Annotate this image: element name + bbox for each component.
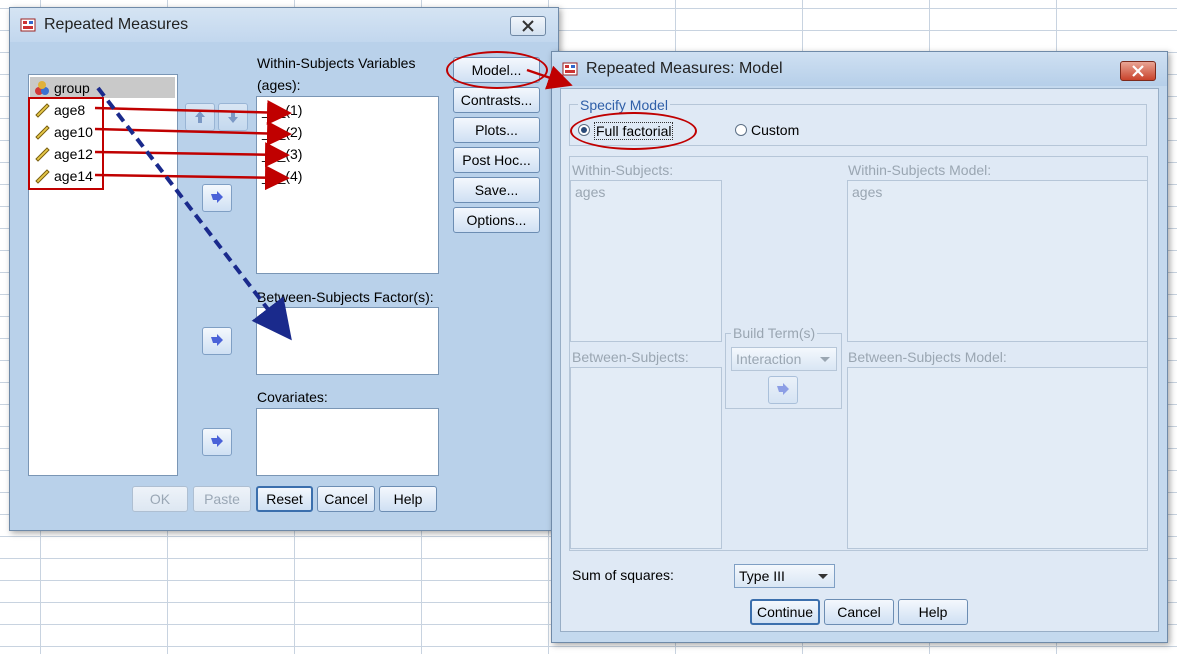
close-icon [522,20,534,32]
build-terms-value: Interaction [736,351,802,367]
between-subjects-label: Between-Subjects Factor(s): [257,289,434,305]
var-label: group [54,80,90,96]
covariates-list[interactable] [256,408,439,476]
contrasts-button[interactable]: Contrasts... [453,87,540,113]
move-covariate-button[interactable] [202,428,232,456]
main-dialog-title: Repeated Measures [44,16,189,33]
covariates-label: Covariates: [257,389,328,405]
between-subjects-model-list[interactable] [847,367,1148,549]
full-factorial-highlight [570,112,697,150]
arrow-right-icon [211,435,223,447]
model-button-highlight [446,51,548,89]
chevron-down-icon [820,357,830,362]
specify-model-label: Specify Model [578,97,670,113]
spss-app-icon [20,18,36,32]
within-subjects-item: ages [575,184,606,200]
cancel-button[interactable]: Cancel [317,486,375,512]
ok-button[interactable]: OK [132,486,188,512]
options-button[interactable]: Options... [453,207,540,233]
chevron-down-icon [818,574,828,579]
within-subjects-source-label: Within-Subjects: [572,162,674,178]
paste-button[interactable]: Paste [193,486,251,512]
move-up-button[interactable] [185,103,215,131]
main-titlebar: Repeated Measures [10,8,558,42]
arrow-right-icon [211,191,223,203]
within-model-item: ages [852,184,883,200]
sum-of-squares-label: Sum of squares: [572,567,674,583]
model-cancel-button[interactable]: Cancel [824,599,894,625]
between-subjects-list[interactable] [256,307,439,375]
model-close-button[interactable] [1120,61,1156,81]
model-titlebar: Repeated Measures: Model [552,52,1167,86]
between-subjects-model-label: Between-Subjects Model: [848,349,1007,365]
build-terms-label: Build Term(s) [731,325,818,341]
post-hoc-button[interactable]: Post Hoc... [453,147,540,173]
within-subjects-factor-label: (ages): [257,77,301,93]
within-slot-1[interactable]: _?_(1) [262,100,302,120]
between-subjects-source-list[interactable] [570,367,722,549]
nominal-icon [35,81,49,95]
arrow-up-icon [195,111,205,123]
move-down-button[interactable] [218,103,248,131]
help-button[interactable]: Help [379,486,437,512]
age-vars-highlight-box [28,97,104,190]
save-button[interactable]: Save... [453,177,540,203]
within-slot-3[interactable]: _?_(3) [262,144,302,164]
reset-button[interactable]: Reset [256,486,313,512]
custom-radio[interactable] [735,124,747,136]
within-subjects-label: Within-Subjects Variables [257,55,416,71]
sum-of-squares-select[interactable]: Type III [734,564,835,588]
arrow-down-icon [228,111,238,123]
arrow-right-icon [777,383,789,395]
plots-button[interactable]: Plots... [453,117,540,143]
close-icon [1132,65,1144,77]
build-term-arrow-button[interactable] [768,376,798,404]
within-slot-2[interactable]: _?_(2) [262,122,302,142]
build-terms-select[interactable]: Interaction [731,347,837,371]
move-within-button[interactable] [202,184,232,212]
continue-button[interactable]: Continue [750,599,820,625]
model-help-button[interactable]: Help [898,599,968,625]
within-subjects-model-label: Within-Subjects Model: [848,162,992,178]
within-subjects-model-list[interactable] [847,180,1148,342]
between-subjects-source-label: Between-Subjects: [572,349,689,365]
within-subjects-source-list[interactable] [570,180,722,342]
custom-label[interactable]: Custom [751,122,799,138]
arrow-right-icon [211,334,223,346]
move-between-button[interactable] [202,327,232,355]
sum-of-squares-value: Type III [739,568,785,584]
spss-app-icon [562,62,578,76]
var-group[interactable]: group [34,78,90,98]
within-slot-4[interactable]: _?_(4) [262,166,302,186]
main-close-button[interactable] [510,16,546,36]
model-dialog-title: Repeated Measures: Model [586,60,783,77]
